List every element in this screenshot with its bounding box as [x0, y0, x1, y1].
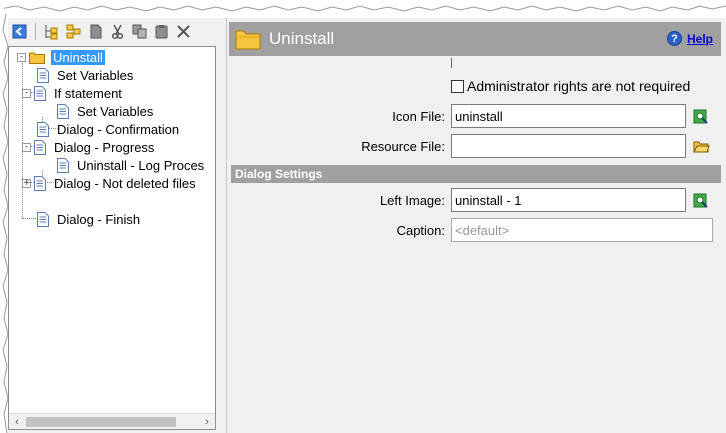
- tree-item-dialog-progress[interactable]: - Dialog - Progress: [22, 138, 156, 156]
- torn-edge-top: [0, 0, 726, 12]
- cut-icon[interactable]: [109, 23, 126, 40]
- tree-item-label: If statement: [54, 85, 122, 101]
- dialog-settings-header: Dialog Settings: [231, 165, 721, 183]
- app-window: - Uninstall Set Variables - If statement…: [8, 18, 726, 433]
- document-icon: [57, 103, 69, 119]
- tree-item-label: Dialog - Finish: [57, 211, 141, 227]
- resource-file-field[interactable]: [451, 134, 686, 158]
- copy-icon[interactable]: [131, 23, 148, 40]
- admin-rights-checkbox[interactable]: [451, 79, 464, 93]
- tree-item-label: Set Variables: [77, 103, 154, 119]
- tree-item-label: Dialog - Not deleted files: [54, 175, 196, 191]
- scroll-left-icon[interactable]: ‹: [9, 414, 25, 429]
- add-group-icon[interactable]: [65, 23, 82, 40]
- help-control[interactable]: ? Help: [666, 31, 713, 46]
- left-image-field[interactable]: uninstall - 1: [451, 188, 686, 212]
- tree-item-uninstall-log-process[interactable]: Uninstall - Log Proces: [57, 156, 206, 174]
- document-icon: [37, 121, 49, 137]
- left-image-label: Left Image:: [379, 193, 445, 208]
- toolbar: [8, 18, 220, 44]
- add-item-icon[interactable]: [43, 23, 60, 40]
- tree-item-dialog-not-deleted-files[interactable]: + Dialog - Not deleted files: [22, 174, 198, 192]
- collapse-icon[interactable]: -: [17, 52, 26, 62]
- tree-connector: [22, 63, 23, 219]
- properties-panel: Uninstall ? Help Administrator rights ar…: [226, 18, 726, 433]
- tree-item-label: Dialog - Progress: [54, 139, 155, 155]
- open-folder-icon[interactable]: [693, 138, 710, 155]
- admin-rights-row[interactable]: Administrator rights are not required: [451, 78, 690, 94]
- icon-file-field[interactable]: uninstall: [451, 104, 686, 128]
- tree-item-if-statement[interactable]: - If statement: [22, 84, 124, 102]
- scroll-right-icon[interactable]: ›: [199, 414, 215, 429]
- document-icon: [34, 139, 46, 155]
- help-link[interactable]: Help: [687, 32, 713, 46]
- tree-item-dialog-finish[interactable]: Dialog - Finish: [37, 210, 142, 228]
- paste-icon[interactable]: [153, 23, 170, 40]
- page-icon[interactable]: [87, 23, 104, 40]
- back-icon[interactable]: [11, 23, 28, 40]
- browse-icon[interactable]: [693, 108, 710, 125]
- document-icon: [57, 157, 69, 173]
- folder-icon: [235, 30, 261, 50]
- resource-file-label: Resource File:: [361, 139, 445, 154]
- document-icon: [37, 211, 49, 227]
- tree-item-set-variables[interactable]: Set Variables: [37, 66, 135, 84]
- panel-header: Uninstall ? Help: [229, 22, 721, 56]
- delete-icon[interactable]: [175, 23, 192, 40]
- help-icon[interactable]: ?: [666, 31, 682, 46]
- horizontal-scrollbar[interactable]: ‹ ›: [9, 413, 215, 429]
- document-icon: [37, 67, 49, 83]
- caption-label: Caption:: [396, 223, 445, 238]
- scrollbar-thumb[interactable]: [26, 417, 176, 427]
- expand-icon[interactable]: +: [22, 178, 31, 188]
- document-icon: [34, 175, 46, 191]
- admin-rights-label: Administrator rights are not required: [467, 78, 691, 94]
- tree-item-label: Uninstall: [51, 49, 105, 65]
- tree-connector: [22, 218, 38, 219]
- page-title: Uninstall: [269, 29, 335, 48]
- collapse-icon[interactable]: -: [22, 142, 31, 152]
- browse-icon[interactable]: [693, 192, 710, 209]
- tree-item-label: Set Variables: [57, 67, 134, 83]
- collapse-icon[interactable]: -: [22, 88, 31, 98]
- caption-field[interactable]: <default>: [451, 218, 713, 242]
- resize-marker: [451, 58, 452, 68]
- icon-file-label: Icon File:: [392, 109, 445, 124]
- tree-item-label: Uninstall - Log Proces: [77, 157, 205, 173]
- project-tree[interactable]: - Uninstall Set Variables - If statement…: [8, 46, 216, 430]
- folder-icon: [29, 52, 45, 64]
- tree-item-label: Dialog - Confirmation: [57, 121, 180, 137]
- tree-item-dialog-confirmation[interactable]: Dialog - Confirmation: [37, 120, 181, 138]
- document-icon: [34, 85, 46, 101]
- tree-item-uninstall[interactable]: - Uninstall: [17, 48, 105, 66]
- tree-item-set-variables-nested[interactable]: Set Variables: [57, 102, 155, 120]
- toolbar-separator: [35, 22, 36, 40]
